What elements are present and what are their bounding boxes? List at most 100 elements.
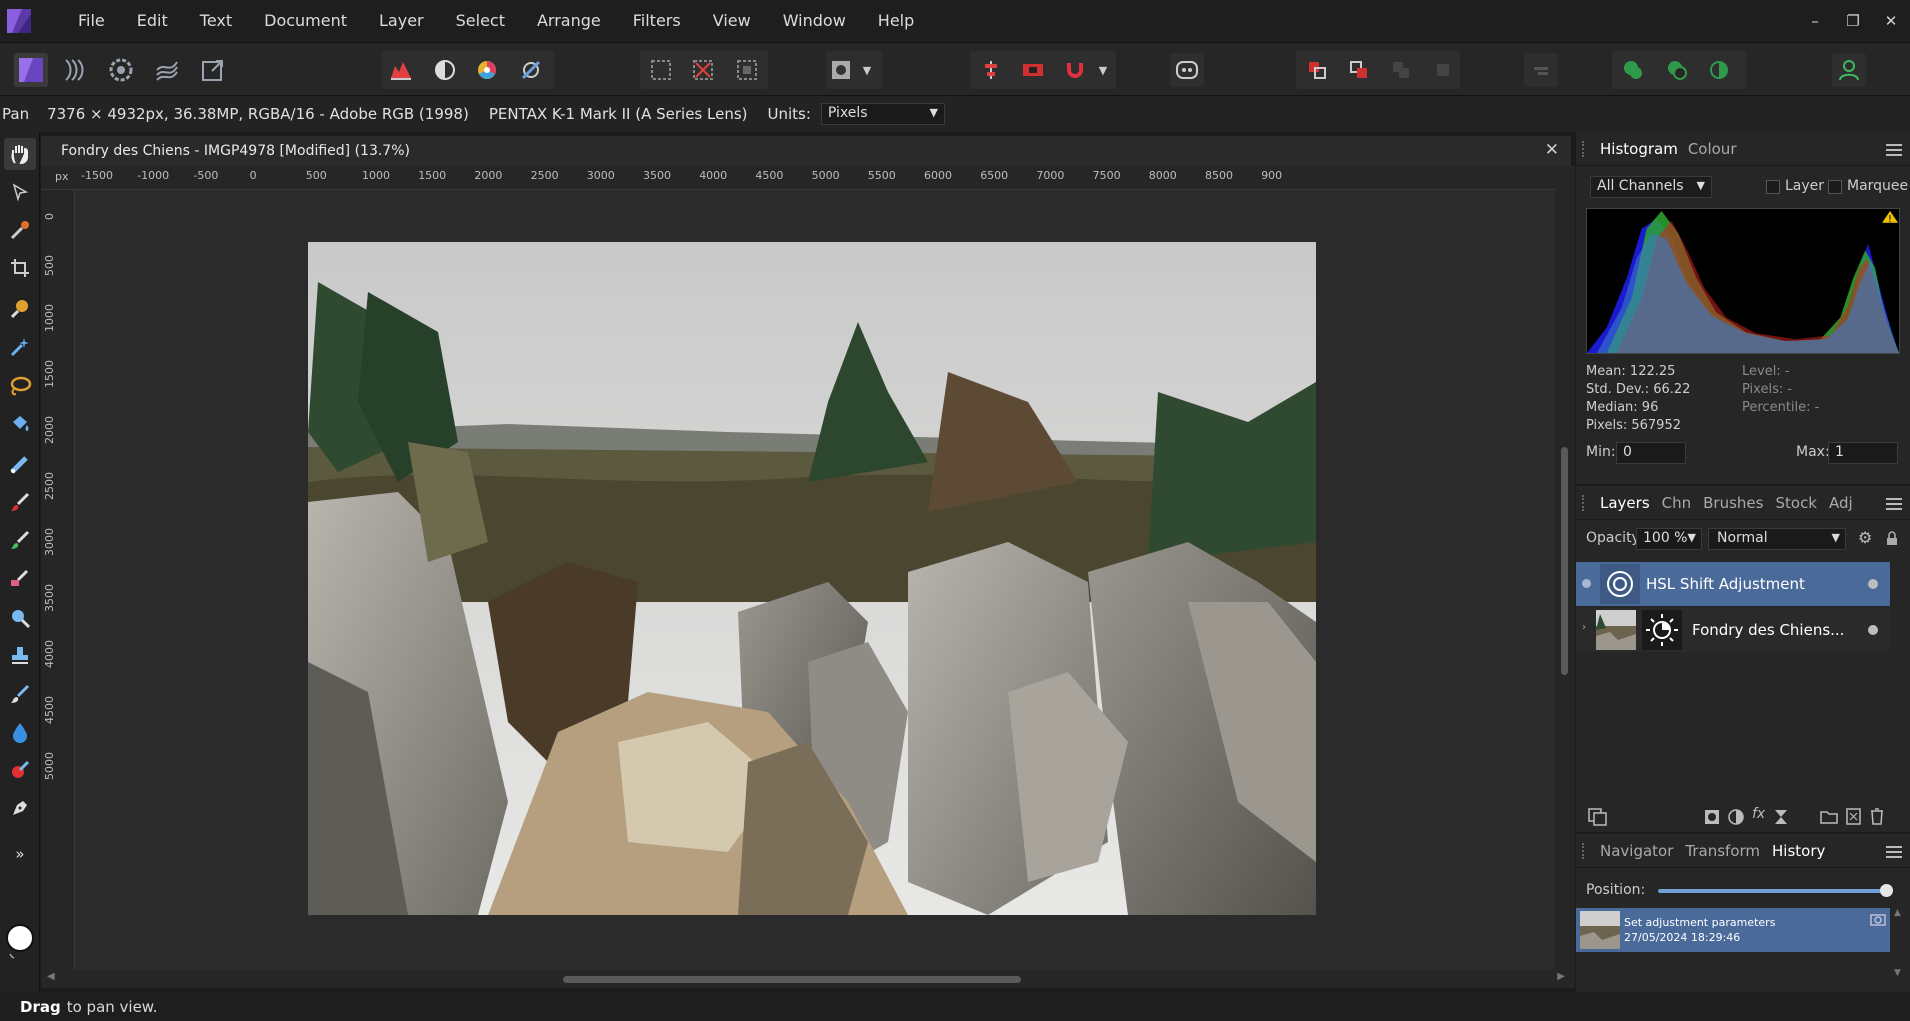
tab-colour[interactable]: Colour bbox=[1688, 140, 1737, 158]
trash-icon[interactable] bbox=[1870, 808, 1884, 825]
snapping-dropdown[interactable]: ▼ bbox=[1092, 53, 1114, 87]
tab-navigator[interactable]: Navigator bbox=[1600, 842, 1673, 860]
hamburger-menu-icon[interactable] bbox=[1886, 843, 1902, 861]
colour-swatch[interactable] bbox=[4, 920, 36, 960]
clone-brush-tool[interactable] bbox=[4, 640, 36, 672]
auto-contrast-button[interactable] bbox=[428, 53, 462, 87]
select-all-button[interactable] bbox=[644, 53, 678, 87]
assistant-button[interactable] bbox=[1170, 53, 1204, 87]
vertical-scrollbar[interactable] bbox=[1555, 172, 1575, 970]
scroll-right-icon[interactable]: ▶ bbox=[1557, 971, 1565, 982]
tab-history[interactable]: History bbox=[1772, 842, 1825, 860]
liquify-persona-button[interactable] bbox=[58, 53, 92, 87]
panel-grip-icon[interactable] bbox=[1582, 494, 1592, 511]
quick-mask-button[interactable] bbox=[824, 53, 858, 87]
photo-persona-button[interactable] bbox=[14, 53, 48, 87]
levels-button[interactable] bbox=[384, 53, 418, 87]
scroll-up-icon[interactable]: ▲ bbox=[1894, 908, 1901, 918]
freehand-selection-tool[interactable] bbox=[4, 370, 36, 402]
blur-brush-tool[interactable] bbox=[4, 716, 36, 748]
move-forward-button[interactable] bbox=[1384, 53, 1418, 87]
history-scrollbar[interactable]: ▲ ▼ bbox=[1894, 908, 1904, 992]
export-persona-button[interactable] bbox=[196, 53, 230, 87]
canvas-area[interactable] bbox=[75, 190, 1555, 970]
move-tool[interactable] bbox=[4, 176, 36, 208]
tone-mapping-persona-button[interactable] bbox=[150, 53, 184, 87]
snapshot-icon[interactable] bbox=[1870, 912, 1886, 926]
menu-filters[interactable]: Filters bbox=[617, 0, 697, 42]
tab-brushes[interactable]: Brushes bbox=[1703, 494, 1763, 512]
scroll-down-icon[interactable]: ▼ bbox=[1894, 968, 1901, 978]
erase-brush-tool[interactable] bbox=[4, 562, 36, 594]
menu-text[interactable]: Text bbox=[184, 0, 248, 42]
history-entry[interactable]: Set adjustment parameters 27/05/2024 18:… bbox=[1576, 908, 1890, 952]
gear-icon[interactable]: ⚙ bbox=[1858, 528, 1872, 547]
account-button[interactable] bbox=[1832, 53, 1866, 87]
healing-brush-tool[interactable] bbox=[4, 678, 36, 710]
max-input[interactable]: 1 bbox=[1828, 442, 1898, 464]
auto-colour-button[interactable] bbox=[470, 53, 504, 87]
menu-edit[interactable]: Edit bbox=[121, 0, 184, 42]
channels-select[interactable]: All Channels ▼ bbox=[1590, 176, 1712, 198]
tab-stock[interactable]: Stock bbox=[1775, 494, 1817, 512]
pen-tool[interactable] bbox=[4, 792, 36, 824]
units-select[interactable]: Pixels ▼ bbox=[820, 103, 945, 125]
layer-row-hsl[interactable]: HSL Shift Adjustment bbox=[1576, 562, 1890, 606]
document-tab[interactable]: Fondry des Chiens - IMGP4978 [Modified] … bbox=[41, 136, 1571, 166]
layer-stack-icon[interactable] bbox=[1588, 808, 1608, 826]
history-position-knob[interactable] bbox=[1880, 884, 1893, 897]
minimize-button[interactable]: – bbox=[1796, 0, 1834, 42]
crop-tool[interactable] bbox=[4, 252, 36, 284]
align-button[interactable] bbox=[974, 53, 1008, 87]
menu-arrange[interactable]: Arrange bbox=[521, 0, 617, 42]
intersect-boolean-button[interactable] bbox=[1702, 53, 1736, 87]
layer-visible-dot[interactable] bbox=[1868, 579, 1878, 589]
hamburger-menu-icon[interactable] bbox=[1886, 141, 1902, 159]
layer-visible-dot[interactable] bbox=[1868, 625, 1878, 635]
history-position-slider[interactable] bbox=[1658, 889, 1888, 893]
layer-visibility-icon[interactable] bbox=[1581, 578, 1592, 589]
min-input[interactable]: 0 bbox=[1616, 442, 1686, 464]
colour-picker-tool[interactable] bbox=[4, 214, 36, 246]
move-backward-button[interactable] bbox=[1426, 53, 1460, 87]
horizontal-scrollbar[interactable]: ◀ ▶ bbox=[41, 970, 1575, 988]
selection-brush-tool[interactable] bbox=[4, 292, 36, 324]
close-window-button[interactable]: ✕ bbox=[1872, 0, 1910, 42]
scroll-left-icon[interactable]: ◀ bbox=[47, 971, 55, 982]
marquee-checkbox[interactable] bbox=[1828, 180, 1842, 194]
auto-white-balance-button[interactable] bbox=[514, 53, 548, 87]
flood-fill-tool[interactable] bbox=[4, 408, 36, 440]
develop-persona-button[interactable] bbox=[104, 53, 138, 87]
horizontal-ruler[interactable]: px -1500 -1000 -500 0 500 1000 1500 2000 2500 300… bbox=[41, 166, 1575, 190]
mask-layer-icon[interactable] bbox=[1704, 809, 1720, 825]
subtract-boolean-button[interactable] bbox=[1660, 53, 1694, 87]
invert-selection-button[interactable] bbox=[730, 53, 764, 87]
layer-checkbox[interactable] bbox=[1766, 180, 1780, 194]
hamburger-menu-icon[interactable] bbox=[1886, 495, 1902, 513]
more-tools-button[interactable]: » bbox=[4, 838, 36, 870]
menu-document[interactable]: Document bbox=[248, 0, 363, 42]
dodge-brush-tool[interactable] bbox=[4, 602, 36, 634]
layer-row-pixel[interactable]: › Fondry des Chiens... bbox=[1576, 608, 1890, 652]
paint-brush-tool[interactable] bbox=[4, 486, 36, 518]
group-folder-icon[interactable] bbox=[1820, 809, 1838, 824]
tab-transform[interactable]: Transform bbox=[1685, 842, 1760, 860]
mixer-brush-tool[interactable] bbox=[4, 524, 36, 556]
menu-file[interactable]: File bbox=[62, 0, 121, 42]
flood-select-tool[interactable] bbox=[4, 330, 36, 362]
force-pixel-alignment-button[interactable] bbox=[1016, 53, 1050, 87]
tab-channels[interactable]: Chn bbox=[1662, 494, 1692, 512]
tab-adjustments[interactable]: Adj bbox=[1829, 494, 1853, 512]
layer-expand-chevron-icon[interactable]: › bbox=[1582, 622, 1586, 633]
vertical-ruler[interactable]: 0 500 1000 1500 2000 2500 3000 3500 4000 4500 5000 bbox=[41, 190, 75, 970]
live-filter-icon[interactable] bbox=[1774, 809, 1788, 825]
close-document-icon[interactable]: ✕ bbox=[1545, 140, 1559, 160]
fx-icon[interactable]: fx bbox=[1752, 806, 1765, 822]
menu-layer[interactable]: Layer bbox=[363, 0, 440, 42]
panel-grip-icon[interactable] bbox=[1582, 842, 1592, 859]
lock-icon[interactable] bbox=[1886, 531, 1898, 546]
tab-layers[interactable]: Layers bbox=[1600, 494, 1650, 512]
menu-window[interactable]: Window bbox=[767, 0, 862, 42]
gradient-tool[interactable] bbox=[4, 448, 36, 480]
move-to-front-button[interactable] bbox=[1300, 53, 1334, 87]
